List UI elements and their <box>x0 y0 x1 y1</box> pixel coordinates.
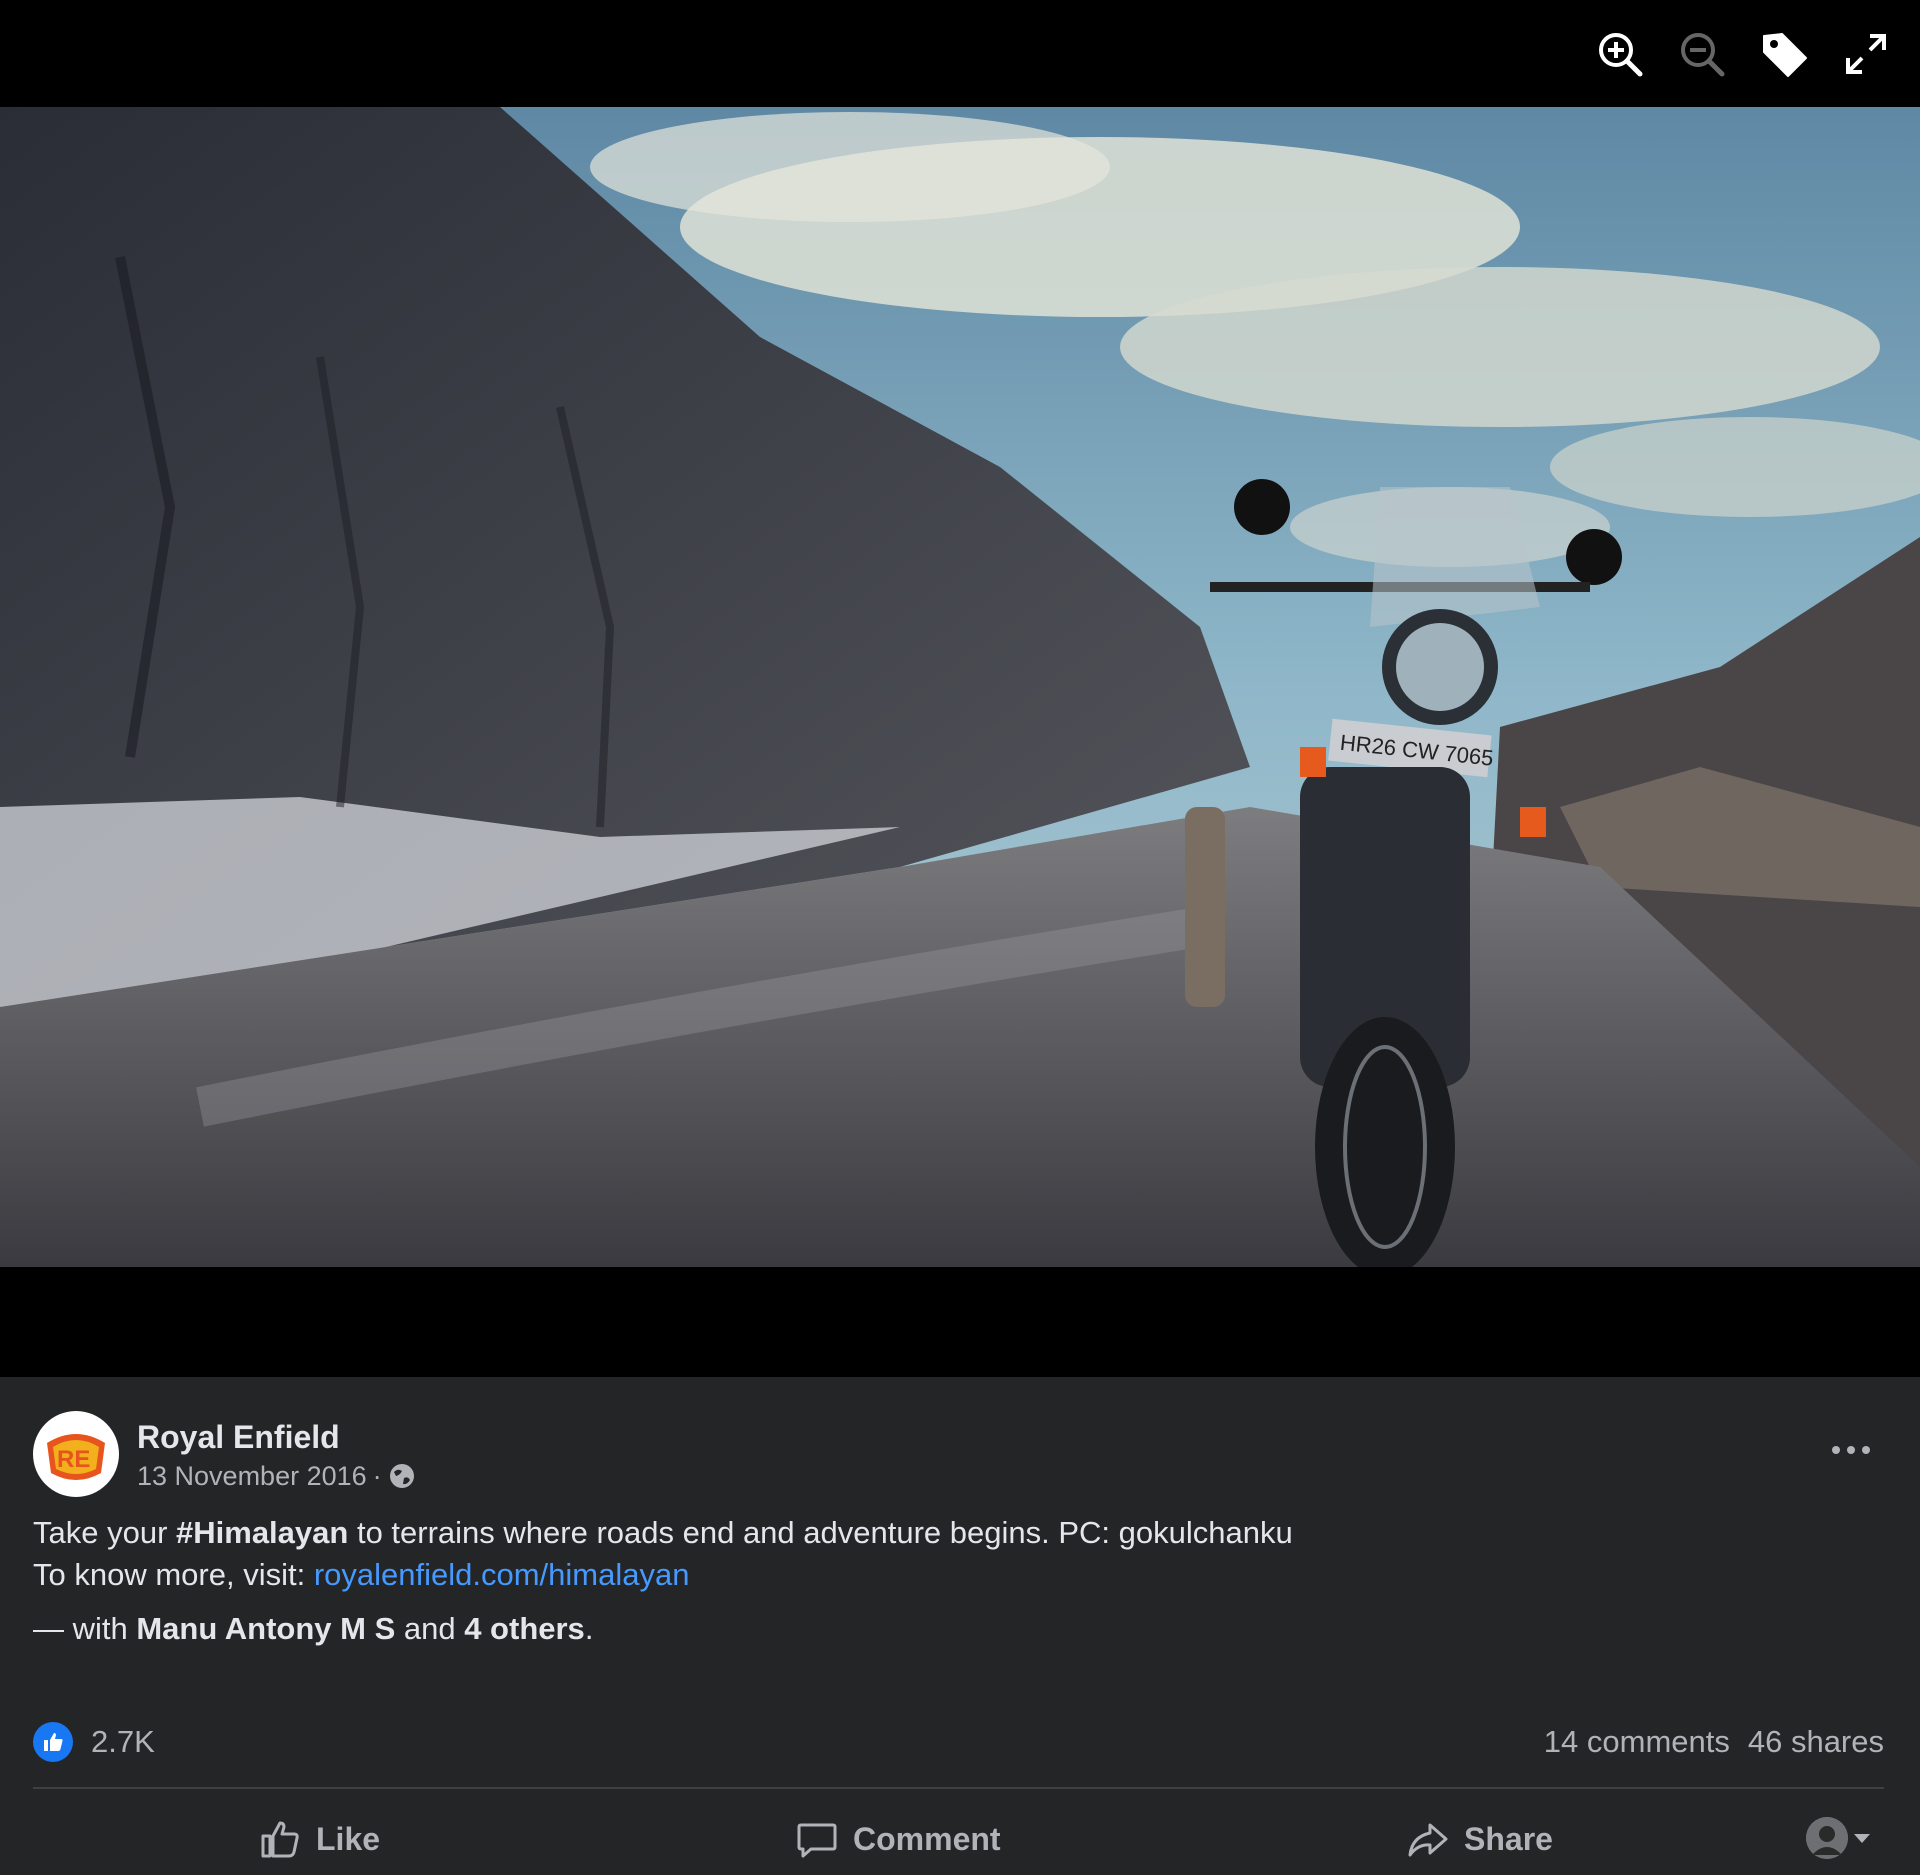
page-avatar[interactable]: RE <box>33 1411 119 1497</box>
user-avatar <box>1806 1817 1848 1859</box>
hashtag-link[interactable]: #Himalayan <box>176 1515 348 1550</box>
chevron-down-icon <box>1854 1833 1870 1843</box>
tagged-people: — with Manu Antony M S and 4 others. <box>33 1608 1293 1650</box>
zoom-in-icon[interactable] <box>1594 28 1646 80</box>
caption-text: to terrains where roads end and adventur… <box>348 1515 1293 1550</box>
others-link[interactable]: 4 others <box>464 1611 585 1646</box>
like-button[interactable]: Like <box>258 1817 380 1861</box>
separator-dot: · <box>372 1460 382 1491</box>
post-date[interactable]: 13 November 2016 <box>137 1461 367 1492</box>
period-text: . <box>584 1611 594 1646</box>
shares-count[interactable]: 46 shares <box>1748 1724 1884 1760</box>
comment-icon <box>797 1823 837 1858</box>
tagged-person-link[interactable]: Manu Antony M S <box>136 1611 395 1646</box>
expand-icon[interactable] <box>1840 28 1892 80</box>
share-label: Share <box>1464 1820 1553 1857</box>
like-label: Like <box>316 1820 381 1857</box>
share-arrow-icon <box>1408 1823 1448 1857</box>
svg-text:RE: RE <box>57 1446 90 1473</box>
post-photo[interactable]: HR26 CW 7065 <box>0 107 1920 1267</box>
visit-text: To know more, visit: <box>33 1557 314 1592</box>
page-name[interactable]: Royal Enfield <box>137 1417 416 1457</box>
comment-label: Comment <box>853 1820 1001 1857</box>
globe-icon <box>389 1464 414 1488</box>
profile-selector[interactable] <box>1806 1817 1870 1859</box>
post-caption: Take your #Himalayan to terrains where r… <box>33 1512 1293 1650</box>
share-button[interactable]: Share <box>1406 1817 1553 1861</box>
viewer-toolbar <box>1594 28 1892 80</box>
with-text: — with <box>33 1611 137 1646</box>
zoom-out-icon[interactable] <box>1676 28 1728 80</box>
post-panel: RE Royal Enfield 13 November 2016 · Take… <box>0 1377 1920 1875</box>
more-options-icon[interactable] <box>1826 1435 1876 1465</box>
and-text: and <box>395 1611 465 1646</box>
post-header: RE Royal Enfield 13 November 2016 · <box>33 1411 416 1497</box>
royal-enfield-logo: RE <box>47 1434 105 1480</box>
tag-icon[interactable] <box>1758 28 1810 80</box>
reactions-summary[interactable]: 2.7K <box>33 1722 155 1762</box>
reaction-count: 2.7K <box>91 1724 155 1759</box>
website-link[interactable]: royalenfield.com/himalayan <box>314 1557 690 1592</box>
comments-count[interactable]: 14 comments <box>1544 1724 1730 1760</box>
photo-viewer: HR26 CW 7065 <box>0 0 1920 1377</box>
like-reaction-icon <box>33 1722 73 1762</box>
comment-button[interactable]: Comment <box>795 1817 1001 1861</box>
actions-divider <box>33 1787 1884 1789</box>
post-date-row: 13 November 2016 · <box>137 1461 416 1492</box>
thumbs-up-icon <box>261 1821 299 1858</box>
caption-text: Take your <box>33 1515 177 1550</box>
post-actions: Like Comment Share <box>33 1795 1884 1875</box>
engagement-stats: 2.7K 14 comments 46 shares <box>33 1717 1884 1767</box>
